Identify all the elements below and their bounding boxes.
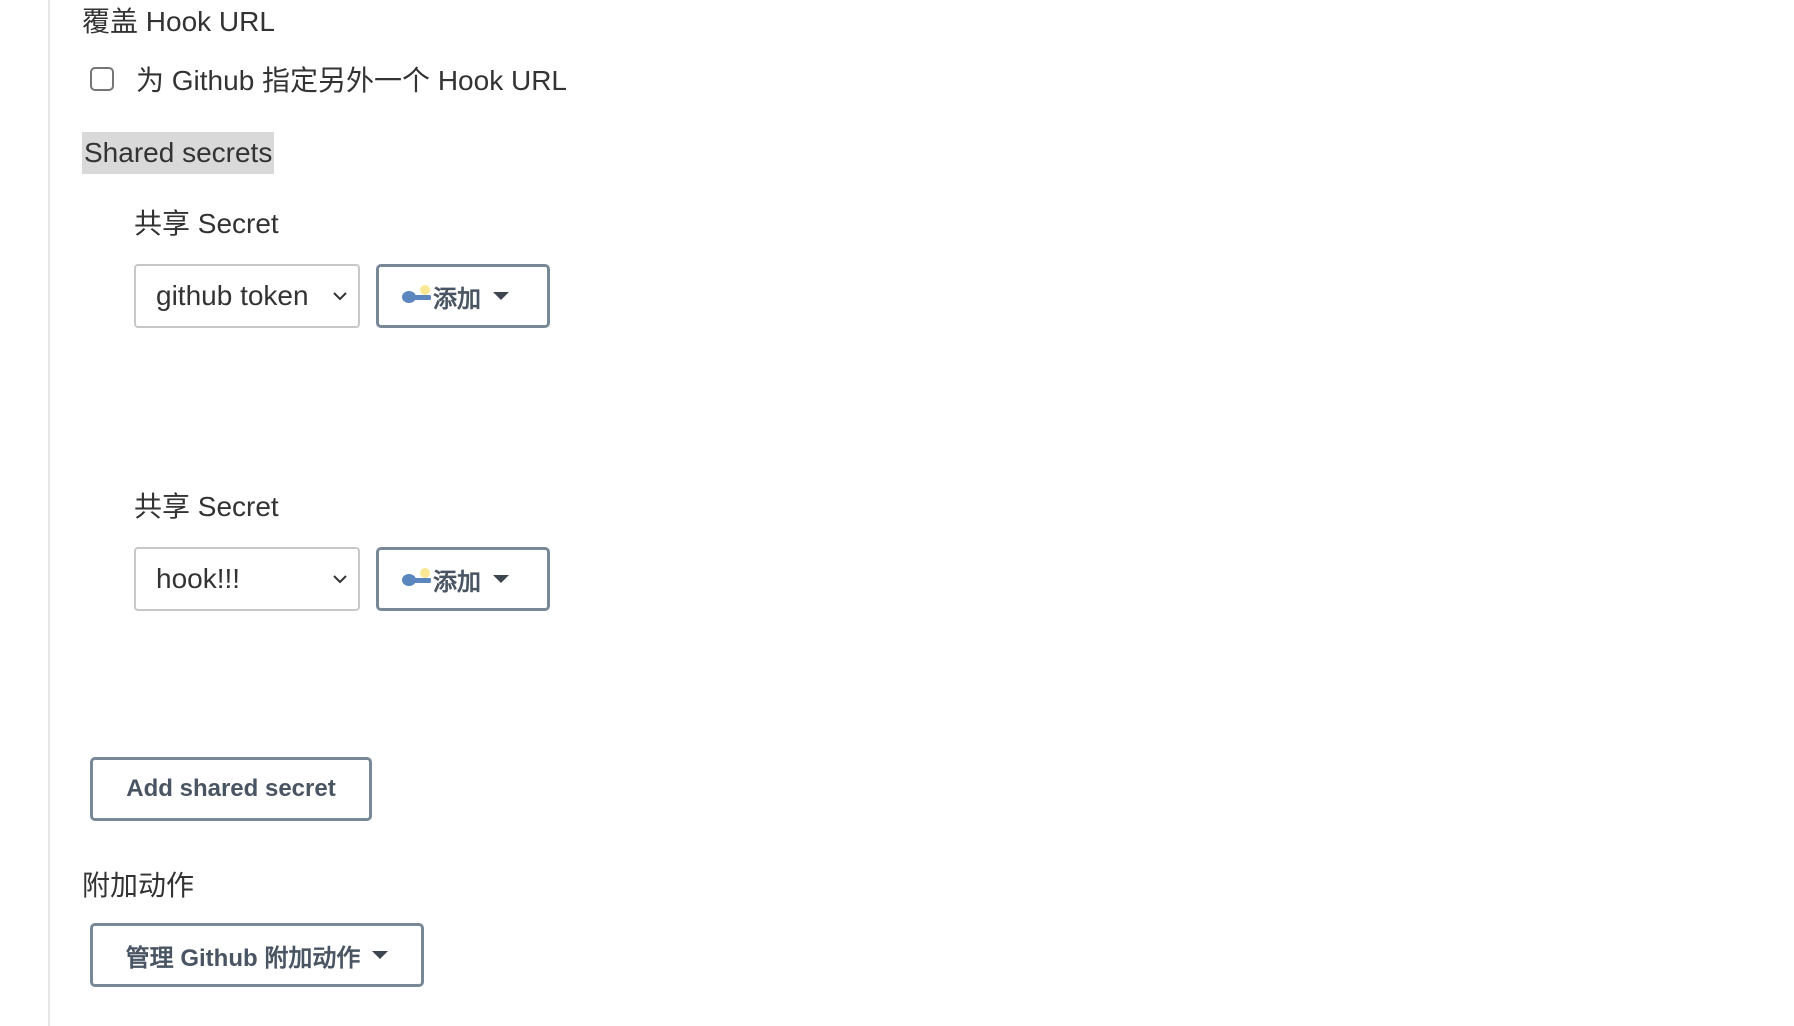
additional-actions-heading: 附加动作 bbox=[82, 870, 195, 901]
key-icon bbox=[402, 568, 431, 586]
add-credential-button[interactable]: 添加 bbox=[376, 547, 550, 611]
shared-secret-select-value: github token bbox=[156, 280, 309, 311]
caret-down-icon bbox=[493, 292, 509, 300]
shared-secret-select[interactable]: hook!!! bbox=[134, 547, 360, 611]
shared-secret-label: 共享 Secret bbox=[134, 208, 279, 239]
manage-github-actions-button[interactable]: 管理 Github 附加动作 bbox=[90, 923, 424, 987]
add-credential-label: 添加 bbox=[433, 568, 481, 596]
shared-secret-item: 共享 Secret github token 添加 bbox=[134, 210, 550, 328]
shared-secret-select-value: hook!!! bbox=[156, 563, 241, 594]
override-hook-checkbox[interactable] bbox=[90, 67, 114, 91]
override-hook-row[interactable]: 为 Github 指定另外一个 Hook URL bbox=[90, 60, 567, 98]
add-shared-secret-button[interactable]: Add shared secret bbox=[90, 757, 372, 821]
key-icon bbox=[402, 285, 431, 303]
caret-down-icon bbox=[372, 951, 389, 959]
shared-secret-item: 共享 Secret hook!!! 添加 bbox=[134, 493, 550, 611]
chevron-down-icon bbox=[333, 292, 347, 301]
add-credential-button[interactable]: 添加 bbox=[376, 264, 550, 328]
left-divider bbox=[48, 0, 50, 1026]
override-hook-checkbox-label[interactable]: 为 Github 指定另外一个 Hook URL bbox=[136, 59, 567, 99]
override-hook-heading: 覆盖 Hook URL bbox=[82, 6, 275, 37]
shared-secrets-header: Shared secrets bbox=[82, 132, 275, 174]
shared-secret-label: 共享 Secret bbox=[134, 491, 279, 522]
chevron-down-icon bbox=[333, 575, 347, 584]
caret-down-icon bbox=[493, 575, 509, 583]
manage-github-actions-label: 管理 Github 附加动作 bbox=[125, 944, 361, 972]
config-page: 覆盖 Hook URL 为 Github 指定另外一个 Hook URL Sha… bbox=[0, 0, 1794, 1026]
shared-secret-select[interactable]: github token bbox=[134, 264, 360, 328]
add-credential-label: 添加 bbox=[433, 285, 481, 313]
